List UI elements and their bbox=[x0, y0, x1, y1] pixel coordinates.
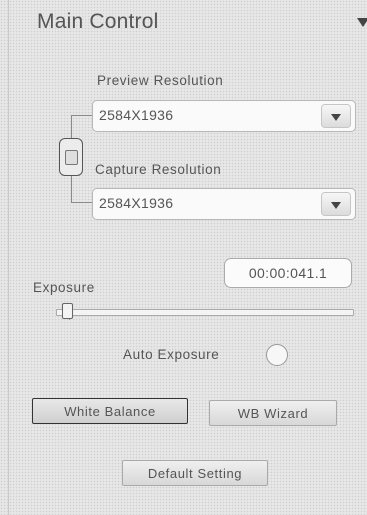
wb-wizard-button[interactable]: WB Wizard bbox=[209, 400, 337, 426]
collapse-arrow-icon[interactable] bbox=[357, 18, 367, 27]
exposure-slider-thumb[interactable] bbox=[62, 303, 73, 319]
preview-resolution-value: 2584X1936 bbox=[99, 107, 174, 123]
capture-resolution-select[interactable]: 2584X1936 bbox=[92, 188, 356, 220]
preview-dropdown-arrow-icon[interactable] bbox=[321, 104, 351, 128]
main-control-panel: Main Control Preview Resolution 2584X193… bbox=[8, 0, 367, 515]
capture-resolution-value: 2584X1936 bbox=[99, 195, 174, 211]
auto-exposure-label: Auto Exposure bbox=[123, 347, 220, 362]
default-setting-button[interactable]: Default Setting bbox=[122, 460, 268, 486]
preview-resolution-select[interactable]: 2584X1936 bbox=[92, 100, 356, 132]
link-resolution-toggle[interactable] bbox=[59, 138, 83, 176]
exposure-label: Exposure bbox=[33, 280, 95, 295]
capture-resolution-label: Capture Resolution bbox=[95, 162, 222, 177]
exposure-time-field[interactable]: 00:00:041.1 bbox=[224, 258, 352, 288]
preview-resolution-label: Preview Resolution bbox=[97, 73, 224, 88]
capture-dropdown-arrow-icon[interactable] bbox=[321, 192, 351, 216]
exposure-slider-track[interactable] bbox=[56, 309, 354, 316]
white-balance-button[interactable]: White Balance bbox=[32, 398, 188, 424]
auto-exposure-radio[interactable] bbox=[266, 344, 288, 366]
panel-title: Main Control bbox=[37, 10, 159, 33]
